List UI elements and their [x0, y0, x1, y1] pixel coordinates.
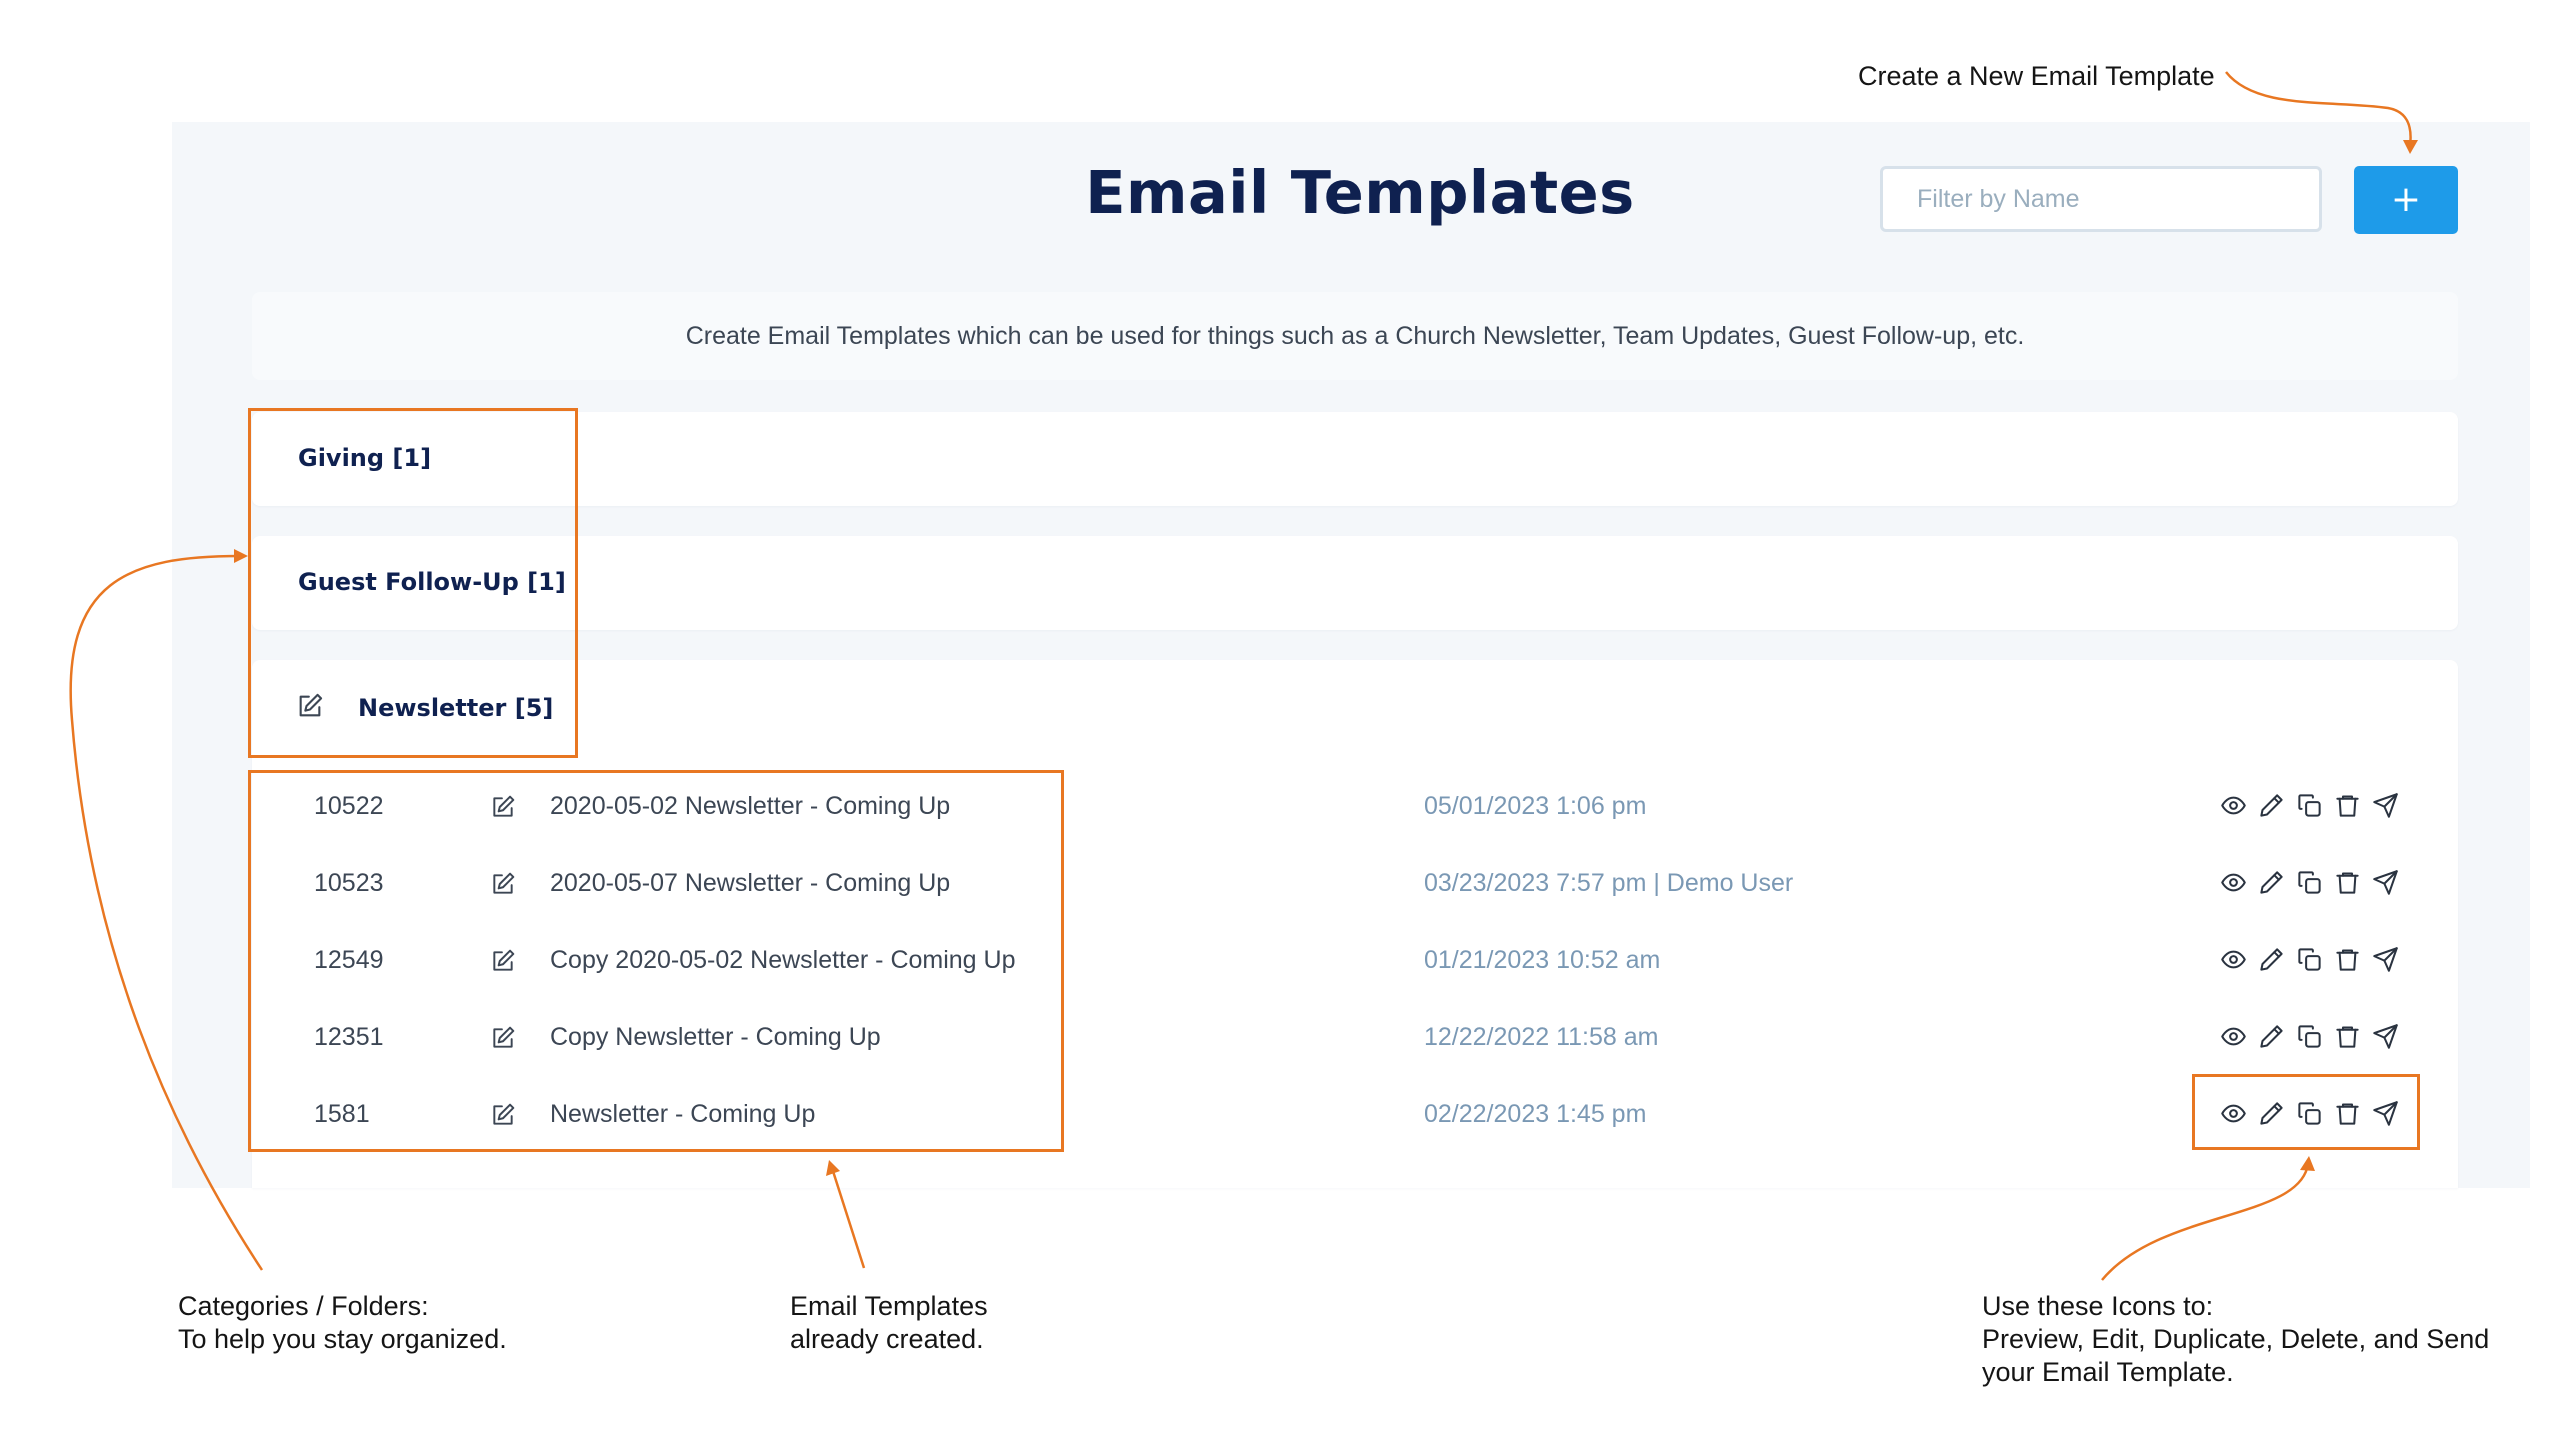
arrowhead	[2300, 1156, 2315, 1171]
arrow-icons	[2101, 1163, 2310, 1281]
arrowhead	[234, 549, 248, 563]
annotation-arrows	[69, 71, 2418, 1281]
arrow-create	[2225, 71, 2412, 147]
arrowhead	[2403, 140, 2418, 154]
arrow-categories	[69, 554, 264, 1271]
arrow-templates	[830, 1167, 866, 1269]
